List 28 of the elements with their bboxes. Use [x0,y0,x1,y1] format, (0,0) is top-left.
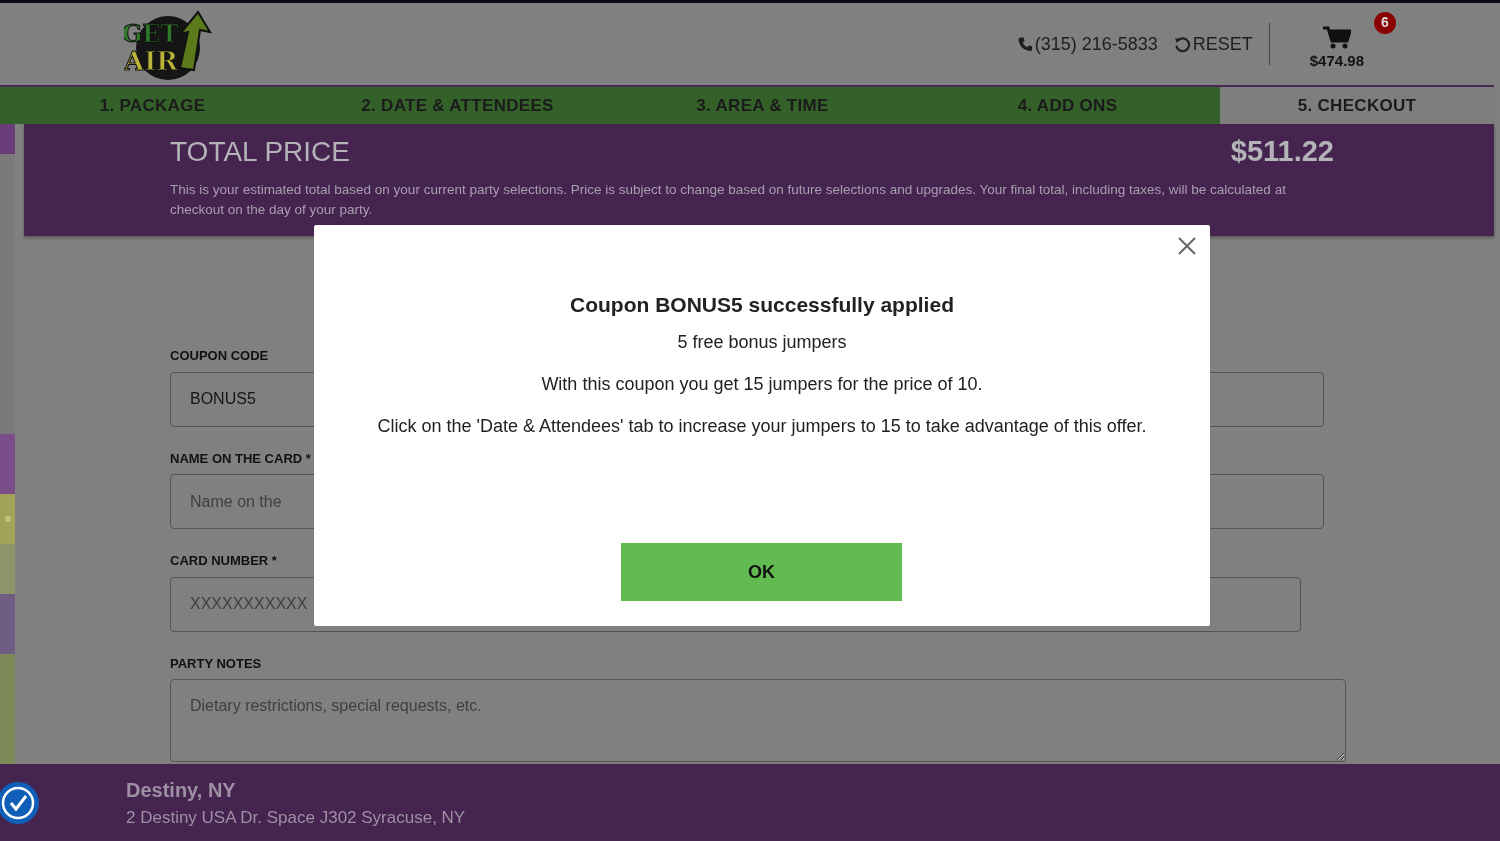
field-label: CARD NUMBER * [170,552,278,570]
total-title: TOTAL PRICE [170,134,350,169]
field-label: COUPON CODE [170,347,270,365]
phone-icon [1017,36,1033,52]
total-amount: $511.22 [1230,134,1334,169]
location-address: 2 Destiny USA Dr. Space J302 Syracuse, NY [126,806,466,829]
accessibility-icon[interactable] [0,781,40,825]
notes-field[interactable]: Dietary restrictions, special requests, etc. [170,679,1346,762]
field-label: PARTY NOTES [170,654,263,673]
dialog-title: Coupon BONUS5 successfully applied [569,292,955,318]
location-name: Destiny, NY [126,777,237,803]
reset-link[interactable]: RESET [1173,30,1253,58]
dialog-message: Click on the 'Date & Attendees' tab to increase your jumpers to 15 to take advantage of this offer. [376,414,1148,438]
step-tab[interactable]: 5. CHECKOUT [1220,87,1494,124]
ok-button[interactable]: OK [621,543,902,601]
total-note: This is your estimated total based on your current party selections. Price is subject to change based on future selections and upgrades. Your final total, including taxes, will be calculated at checkout on the day of your party. [170,180,1287,219]
field-label: NAME ON THE CARD * [170,449,312,468]
step-tab[interactable]: 3. AREA & TIME [610,87,915,124]
step-tab[interactable]: 4. ADD ONS [915,87,1220,124]
step-tab[interactable]: 2. DATE & ATTENDEES [305,87,610,124]
dialog-message: With this coupon you get 15 jumpers for the price of 10. [540,372,984,396]
step-tab[interactable]: 1. PACKAGE [0,87,305,124]
reset-icon [1173,35,1191,53]
phone-link[interactable]: (315) 216-5833 [1017,30,1158,58]
dialog-subtitle: 5 free bonus jumpers [676,330,848,354]
cart-icon[interactable] [1322,25,1351,50]
cart-total: $474.98 [1309,50,1364,71]
cart-count-badge: 6 [1374,11,1396,34]
